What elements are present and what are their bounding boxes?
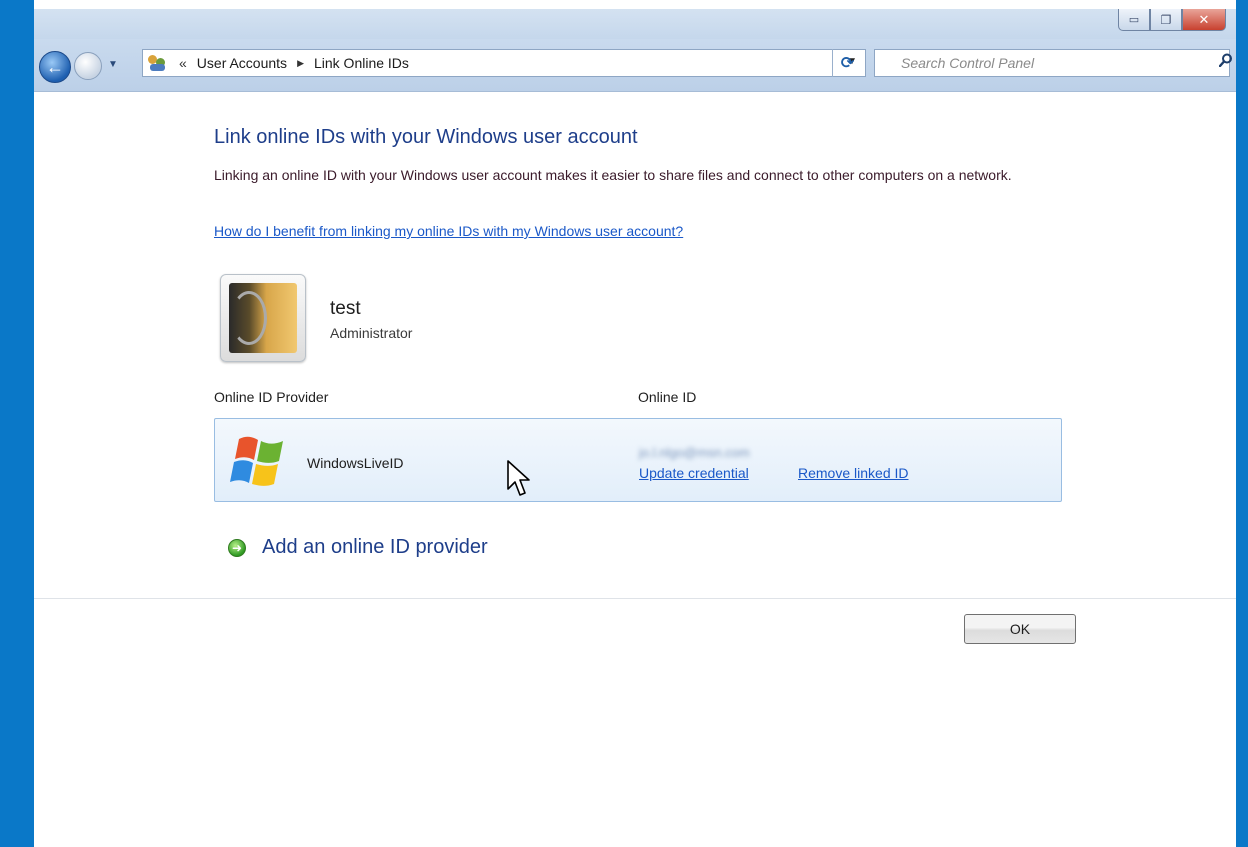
minimize-button[interactable]: ▭	[1118, 9, 1150, 31]
column-header-online-id: Online ID	[638, 389, 697, 405]
windows-logo-icon	[230, 436, 283, 486]
page-title: Link online IDs with your Windows user a…	[214, 126, 638, 148]
page-description: Linking an online ID with your Windows u…	[214, 167, 1012, 183]
window-controls: ▭ ❐ ✕	[1118, 9, 1226, 31]
avatar	[220, 274, 306, 362]
minimize-icon: ▭	[1128, 14, 1140, 26]
update-credential-link[interactable]: Update credential	[639, 465, 749, 481]
recent-pages-dropdown-icon[interactable]: ▼	[108, 59, 118, 70]
address-bar[interactable]: « User Accounts ▶ Link Online IDs ▼	[142, 49, 866, 77]
footer-divider	[34, 598, 1236, 599]
search-input[interactable]: Search Control Panel	[874, 49, 1233, 77]
search-icon[interactable]	[1219, 53, 1233, 67]
close-icon: ✕	[1198, 11, 1210, 27]
arrow-right-icon: ➜	[228, 538, 246, 557]
content-pane: Link online IDs with your Windows user a…	[34, 92, 1236, 847]
back-button[interactable]: ←	[39, 51, 71, 83]
refresh-icon: ⟳	[840, 55, 855, 72]
mouse-cursor-icon	[507, 460, 530, 496]
user-role: Administrator	[330, 325, 413, 341]
provider-name: WindowsLiveID	[307, 455, 404, 471]
breadcrumb-link-online-ids[interactable]: Link Online IDs	[314, 55, 409, 71]
refresh-button[interactable]: ⟳	[832, 49, 862, 77]
restore-icon: ❐	[1160, 12, 1172, 27]
add-provider-link[interactable]: ➜ Add an online ID provider	[228, 536, 488, 559]
search-placeholder: Search Control Panel	[901, 55, 1035, 71]
user-accounts-icon	[147, 54, 169, 72]
breadcrumb-overflow-button[interactable]: «	[179, 55, 187, 71]
navigation-bar: ← ▼ « User Accounts ▶ Link Online IDs ▼ …	[34, 39, 1236, 92]
back-arrow-icon: ←	[46, 56, 64, 77]
user-name: test	[330, 298, 361, 319]
provider-row[interactable]: WindowsLiveID jo.l.nlgo@msn.com Update c…	[214, 418, 1062, 502]
screen-top-edge	[0, 0, 1248, 9]
online-id-value: jo.l.nlgo@msn.com	[639, 445, 750, 460]
avatar-image	[229, 283, 297, 353]
close-button[interactable]: ✕	[1182, 9, 1226, 31]
forward-button[interactable]	[74, 52, 102, 80]
desktop-right-edge	[1236, 0, 1248, 847]
add-provider-label: Add an online ID provider	[262, 536, 488, 558]
ok-button[interactable]: OK	[964, 614, 1076, 644]
help-link[interactable]: How do I benefit from linking my online …	[214, 223, 683, 239]
remove-linked-id-link[interactable]: Remove linked ID	[798, 465, 909, 481]
breadcrumb-separator-icon[interactable]: ▶	[297, 58, 304, 69]
restore-button[interactable]: ❐	[1150, 9, 1182, 31]
desktop-left-edge	[0, 0, 34, 847]
column-header-provider: Online ID Provider	[214, 389, 329, 405]
breadcrumb-user-accounts[interactable]: User Accounts	[197, 55, 287, 71]
window-titlebar[interactable]: ▭ ❐ ✕	[34, 9, 1236, 39]
